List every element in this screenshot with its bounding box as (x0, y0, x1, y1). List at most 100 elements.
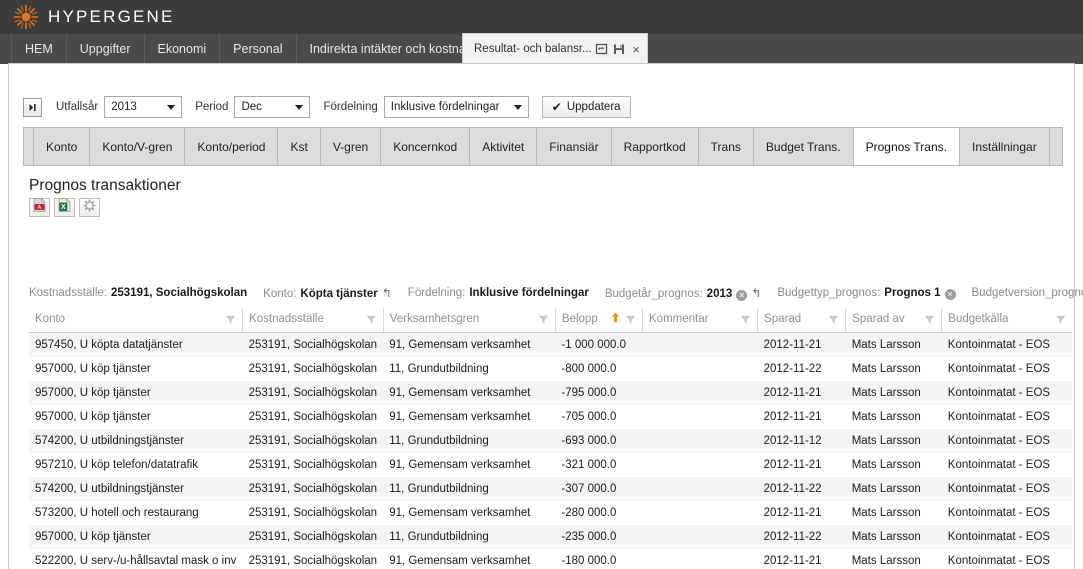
cell-belopp: -693 000.0 (561, 435, 617, 447)
utfallsar-label: Utfallsår (56, 101, 99, 113)
table-row[interactable]: 957000, U köp tjänster 253191, Socialhög… (29, 525, 1072, 549)
criteria-label: Budgetår_prognos: (604, 288, 703, 300)
cell-konto: 574200, U utbildningstjänster (35, 483, 184, 495)
cell-sparad-av: Mats Larsson (851, 507, 921, 519)
menu-item-uppgifter[interactable]: Uppgifter (67, 34, 145, 64)
table-row[interactable]: 574200, U utbildningstjänster 253191, So… (29, 477, 1072, 501)
criteria-value: Prognos 1 (884, 287, 941, 299)
gear-icon (83, 199, 96, 217)
export-excel-button[interactable]: X (54, 197, 75, 217)
clear-criteria-icon[interactable]: ✕ (944, 289, 956, 300)
cell-sparad: 2012-11-12 (763, 435, 822, 447)
table-row[interactable]: 574200, U utbildningstjänster 253191, So… (29, 429, 1072, 453)
criteria-konto[interactable]: Konto: Köpta tjänster ↰ (263, 286, 392, 300)
tab-konto-vgren[interactable]: Konto/V-gren (90, 127, 186, 165)
tab-aktivitet[interactable]: Aktivitet (470, 127, 538, 165)
cell-sparad: 2012-11-22 (763, 363, 822, 375)
cell-sparad: 2012-11-21 (763, 459, 822, 471)
criteria-budgetar-prognos[interactable]: Budgetår_prognos: 2013 ✕ ↰ (604, 286, 761, 301)
restore-window-icon[interactable] (595, 42, 609, 56)
criteria-budgetversion-prognos[interactable]: Budgetversion_prognos: 1 ✕ (972, 287, 1083, 299)
cell-verksamhetsgren: 91, Gemensam verksamhet (389, 459, 531, 471)
tab-konto-period[interactable]: Konto/period (185, 127, 279, 165)
criteria-budgettyp-prognos[interactable]: Budgettyp_prognos: Prognos 1 ✕ (777, 287, 956, 300)
clear-criteria-icon[interactable]: ✕ (736, 290, 748, 301)
tab-finansiar[interactable]: Finansiär (537, 127, 612, 165)
undo-icon[interactable]: ↰ (382, 286, 392, 300)
table-row[interactable]: 957000, U köp tjänster 253191, Socialhög… (29, 381, 1072, 405)
cell-sparad-av: Mats Larsson (851, 387, 921, 399)
table-row[interactable]: 957210, U köp telefon/datatrafik 253191,… (29, 453, 1072, 477)
fordelning-select[interactable]: Inklusive fördelningar (383, 96, 529, 118)
tab-konto[interactable]: Konto (34, 127, 91, 165)
document-tab[interactable]: Resultat- och balansr... × (462, 33, 648, 64)
cell-verksamhetsgren: 91, Gemensam verksamhet (389, 387, 531, 399)
svg-text:X: X (61, 204, 66, 211)
cell-kommentar (643, 453, 758, 477)
filter-icon[interactable] (538, 315, 549, 324)
tab-rapportkod[interactable]: Rapportkod (611, 127, 699, 165)
filter-icon[interactable] (625, 315, 636, 324)
menu-item-ekonomi[interactable]: Ekonomi (145, 34, 221, 64)
filter-icon[interactable] (225, 315, 236, 324)
cell-kostnadsstalle: 253191, Socialhögskolan (248, 387, 378, 399)
utfallsar-select[interactable]: 2013 (104, 96, 183, 118)
cell-kostnadsstalle: 253191, Socialhögskolan (248, 555, 378, 567)
column-label: Verksamhetsgren (389, 313, 480, 325)
filter-icon[interactable] (924, 315, 935, 324)
cell-konto: 957000, U köp tjänster (35, 411, 151, 423)
sort-ascending-icon[interactable] (611, 312, 620, 326)
table-row[interactable]: 522200, U serv-/u-hållsavtal mask o inv … (29, 549, 1072, 569)
cell-konto: 522200, U serv-/u-hållsavtal mask o inv (35, 555, 237, 567)
menu-item-hem[interactable]: HEM (11, 34, 67, 64)
column-header-verksamhetsgren[interactable]: Verksamhetsgren (383, 308, 556, 333)
table-row[interactable]: 573200, U hotell och restaurang 253191, … (29, 501, 1072, 525)
criteria-fordelning[interactable]: Fördelning: Inklusive fördelningar (408, 287, 589, 299)
report-tabstrip: Konto Konto/V-gren Konto/period Kst V-gr… (23, 127, 1063, 166)
column-header-sparad[interactable]: Sparad (757, 308, 847, 333)
column-header-budgetkalla[interactable]: Budgetkälla (941, 308, 1072, 333)
cell-kommentar (643, 477, 758, 501)
cell-sparad: 2012-11-21 (763, 411, 822, 423)
cell-sparad-av: Mats Larsson (851, 339, 921, 351)
table-row[interactable]: 957000, U köp tjänster 253191, Socialhög… (29, 357, 1072, 381)
update-button[interactable]: ✔ Uppdatera (541, 96, 631, 118)
tab-koncernkod[interactable]: Koncernkod (381, 127, 471, 165)
expand-panel-button[interactable] (23, 97, 42, 117)
close-icon[interactable]: × (632, 43, 640, 56)
filter-icon[interactable] (740, 315, 751, 324)
tabstrip-tail (1049, 127, 1063, 165)
cell-konto: 957000, U köp tjänster (35, 531, 151, 543)
tab-prognos-trans[interactable]: Prognos Trans. (853, 127, 960, 165)
tab-vgren[interactable]: V-gren (320, 127, 382, 165)
column-header-belopp[interactable]: Belopp (555, 308, 644, 333)
transactions-table: Konto Kostnadsställe Verksamhetsgren Bel… (29, 308, 1072, 569)
table-row[interactable]: 957450, U köpta datatjänster 253191, Soc… (29, 332, 1072, 357)
criteria-kostnadsstalle[interactable]: Kostnadsställe: 253191, Socialhögskolan (29, 287, 247, 299)
period-select[interactable]: Dec (234, 96, 311, 118)
cell-konto: 957000, U köp tjänster (35, 363, 151, 375)
report-settings-button[interactable] (79, 198, 100, 217)
cell-belopp: -705 000.0 (561, 411, 617, 423)
column-label: Kostnadsställe (249, 313, 324, 325)
tab-installningar[interactable]: Inställningar (959, 127, 1050, 165)
save-disk-icon[interactable] (612, 42, 626, 56)
column-header-konto[interactable]: Konto (29, 308, 244, 333)
tab-trans[interactable]: Trans (698, 127, 754, 165)
cell-belopp: -795 000.0 (561, 387, 617, 399)
undo-icon[interactable]: ↰ (751, 286, 761, 300)
column-header-sparad-av[interactable]: Sparad av (845, 308, 943, 333)
criteria-value: 253191, Socialhögskolan (111, 287, 248, 299)
tab-budget-trans[interactable]: Budget Trans. (753, 127, 854, 165)
filter-icon[interactable] (366, 315, 377, 324)
tab-kst[interactable]: Kst (278, 127, 321, 165)
cell-kostnadsstalle: 253191, Socialhögskolan (248, 483, 378, 495)
filter-icon[interactable] (828, 315, 839, 324)
menu-item-personal[interactable]: Personal (220, 34, 297, 64)
export-pdf-button[interactable]: A (29, 197, 50, 217)
column-header-kommentar[interactable]: Kommentar (642, 308, 759, 333)
table-row[interactable]: 957000, U köp tjänster 253191, Socialhög… (29, 405, 1072, 429)
cell-belopp: -800 000.0 (561, 363, 617, 375)
column-header-kostnadsstalle[interactable]: Kostnadsställe (242, 308, 384, 333)
filter-icon[interactable] (1055, 315, 1066, 324)
